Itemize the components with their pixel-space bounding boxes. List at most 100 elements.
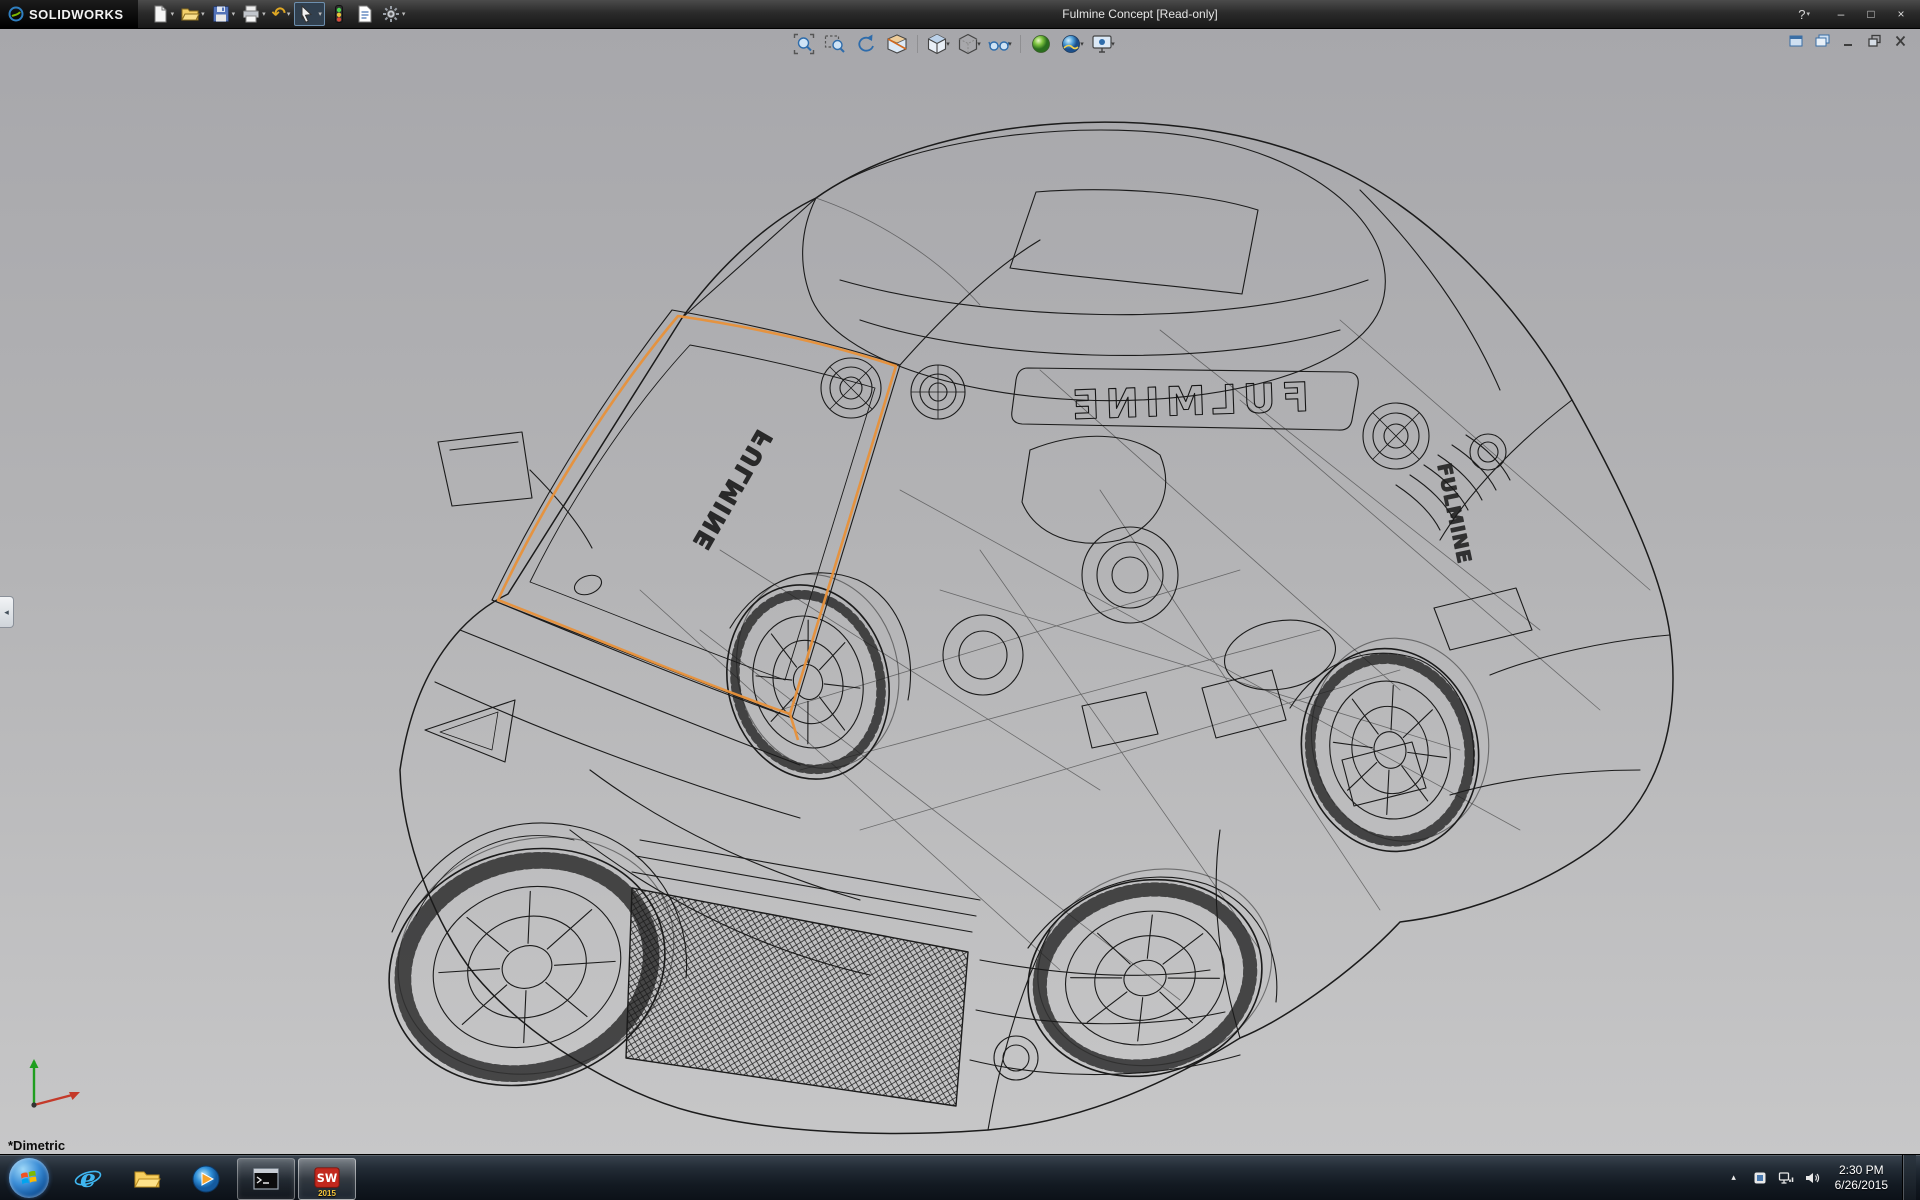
- model-decal-windshield: FULMINE: [687, 426, 778, 556]
- front-right-wheel[interactable]: [705, 557, 921, 797]
- media-player-icon: [191, 1164, 221, 1194]
- select-tool-button[interactable]: ▾: [294, 2, 325, 26]
- folder-icon: [132, 1164, 162, 1194]
- view-orientation-button[interactable]: ▾: [925, 32, 951, 56]
- dropdown-caret: ▾: [171, 10, 175, 18]
- help-icon: ?: [1798, 7, 1805, 22]
- rebuild-traffic-light-icon: [329, 4, 349, 24]
- front-left-wheel[interactable]: [356, 802, 708, 1120]
- open-document-button[interactable]: ▾: [178, 3, 207, 25]
- heads-up-view-toolbar: ▾ ▾ ▾: [791, 32, 1116, 56]
- rebuild-button[interactable]: [327, 3, 351, 25]
- solidworks-version-badge: 2015: [299, 1189, 355, 1198]
- cascade-windows-button[interactable]: [1812, 32, 1832, 50]
- windows-flag-icon: [19, 1168, 39, 1188]
- section-view-button[interactable]: [884, 32, 910, 56]
- start-button[interactable]: [0, 1155, 58, 1200]
- previous-view-button[interactable]: [853, 32, 879, 56]
- system-tray: ▴ 2:30 PM: [1725, 1155, 1920, 1200]
- file-properties-icon: [355, 4, 375, 24]
- rear-right-wheel[interactable]: [1281, 622, 1509, 868]
- zoom-to-fit-button[interactable]: [791, 32, 817, 56]
- titlebar: SOLIDWORKS ▾ ▾ ▾: [0, 0, 1920, 29]
- new-document-button[interactable]: ▾: [148, 3, 177, 25]
- dropdown-caret: ▾: [262, 10, 266, 18]
- internet-explorer-icon: e: [73, 1164, 103, 1194]
- new-document-icon: [150, 4, 170, 24]
- graphics-viewport[interactable]: FULMINE FULMINE FULMINE: [0, 28, 1920, 1155]
- display-style-button[interactable]: ▾: [956, 32, 982, 56]
- view-settings-icon: [1091, 33, 1113, 55]
- show-desktop-button[interactable]: [1902, 1155, 1916, 1200]
- tray-generic-app-icon: [1752, 1170, 1768, 1186]
- orientation-triad: [14, 1041, 94, 1121]
- clock-time: 2:30 PM: [1835, 1163, 1888, 1178]
- maximize-button[interactable]: □: [1858, 4, 1884, 24]
- taskbar-apps: e: [58, 1155, 356, 1200]
- network-status-icon[interactable]: [1777, 1169, 1795, 1187]
- dassault-3ds-icon: [8, 6, 24, 22]
- dropdown-caret: ▾: [977, 40, 981, 48]
- taskbar-clock[interactable]: 2:30 PM 6/26/2015: [1829, 1163, 1894, 1193]
- main-toolbar: ▾ ▾ ▾ ▾: [138, 2, 408, 26]
- volume-icon[interactable]: [1803, 1169, 1821, 1187]
- undo-button[interactable]: ↶ ▾: [270, 3, 293, 25]
- close-document-icon: [1893, 34, 1908, 48]
- speaker-icon: [1804, 1170, 1820, 1186]
- dropdown-caret: ▾: [318, 10, 322, 18]
- taskbar-media-player[interactable]: [178, 1159, 234, 1199]
- minimize-button[interactable]: –: [1828, 4, 1854, 24]
- save-document-button[interactable]: ▾: [209, 3, 238, 25]
- view-settings-button[interactable]: ▾: [1090, 32, 1116, 56]
- command-prompt-icon: [251, 1164, 281, 1194]
- taskbar-windows-explorer[interactable]: [119, 1159, 175, 1199]
- edit-appearance-button[interactable]: [1028, 32, 1054, 56]
- options-button[interactable]: ▾: [379, 3, 408, 25]
- dropdown-caret: ▾: [402, 10, 406, 18]
- windows-start-orb-icon: [9, 1158, 49, 1198]
- close-document-button[interactable]: [1890, 32, 1910, 50]
- file-properties-button[interactable]: [353, 3, 377, 25]
- display-style-icon: [957, 33, 979, 55]
- print-document-icon: [241, 4, 261, 24]
- front-mesh-grille: [626, 888, 968, 1106]
- minimize-document-button[interactable]: [1838, 32, 1858, 50]
- zoom-to-area-icon: [824, 33, 846, 55]
- save-document-icon: [211, 4, 231, 24]
- windows-taskbar: e: [0, 1154, 1920, 1200]
- tray-app-icon[interactable]: [1751, 1169, 1769, 1187]
- solidworks-logo: SOLIDWORKS: [0, 0, 138, 28]
- taskbar-command-prompt[interactable]: [237, 1158, 295, 1200]
- restore-document-icon: [1867, 34, 1882, 48]
- print-document-button[interactable]: ▾: [239, 3, 268, 25]
- dropdown-caret: ▾: [1111, 40, 1115, 48]
- taskbar-internet-explorer[interactable]: e: [60, 1159, 116, 1199]
- help-button[interactable]: ? ▾: [1798, 7, 1810, 22]
- zoom-to-area-button[interactable]: [822, 32, 848, 56]
- dropdown-caret: ▾: [1080, 40, 1084, 48]
- restore-document-button[interactable]: [1864, 32, 1884, 50]
- model-decal-rear: FULMINE: [1065, 375, 1309, 429]
- show-hidden-icons-button[interactable]: ▴: [1725, 1167, 1743, 1189]
- dropdown-caret: ▾: [1806, 10, 1810, 18]
- open-document-icon: [180, 4, 200, 24]
- clock-date: 6/26/2015: [1835, 1178, 1888, 1193]
- feature-tree-flyout-handle[interactable]: ◂: [0, 596, 14, 628]
- new-window-button[interactable]: [1786, 32, 1806, 50]
- rear-left-wheel[interactable]: [1005, 845, 1295, 1101]
- view-orientation-label: *Dimetric: [8, 1138, 65, 1153]
- apply-scene-button[interactable]: ▾: [1059, 32, 1085, 56]
- hide-show-items-button[interactable]: ▾: [987, 32, 1013, 56]
- dropdown-caret: ▾: [232, 10, 236, 18]
- taskbar-solidworks[interactable]: SW 2015: [298, 1158, 356, 1200]
- cascade-windows-icon: [1815, 34, 1830, 48]
- dropdown-caret: ▾: [287, 10, 291, 18]
- edit-appearance-sphere-icon: [1030, 33, 1052, 55]
- close-button[interactable]: ×: [1888, 4, 1914, 24]
- svg-text:e: e: [80, 1164, 96, 1193]
- wireframe-car-model[interactable]: FULMINE FULMINE FULMINE: [340, 70, 1870, 1155]
- solidworks-application-window: SOLIDWORKS ▾ ▾ ▾: [0, 0, 1920, 1200]
- new-window-icon: [1789, 34, 1804, 48]
- section-view-icon: [886, 33, 908, 55]
- hide-show-glasses-icon: [988, 33, 1010, 55]
